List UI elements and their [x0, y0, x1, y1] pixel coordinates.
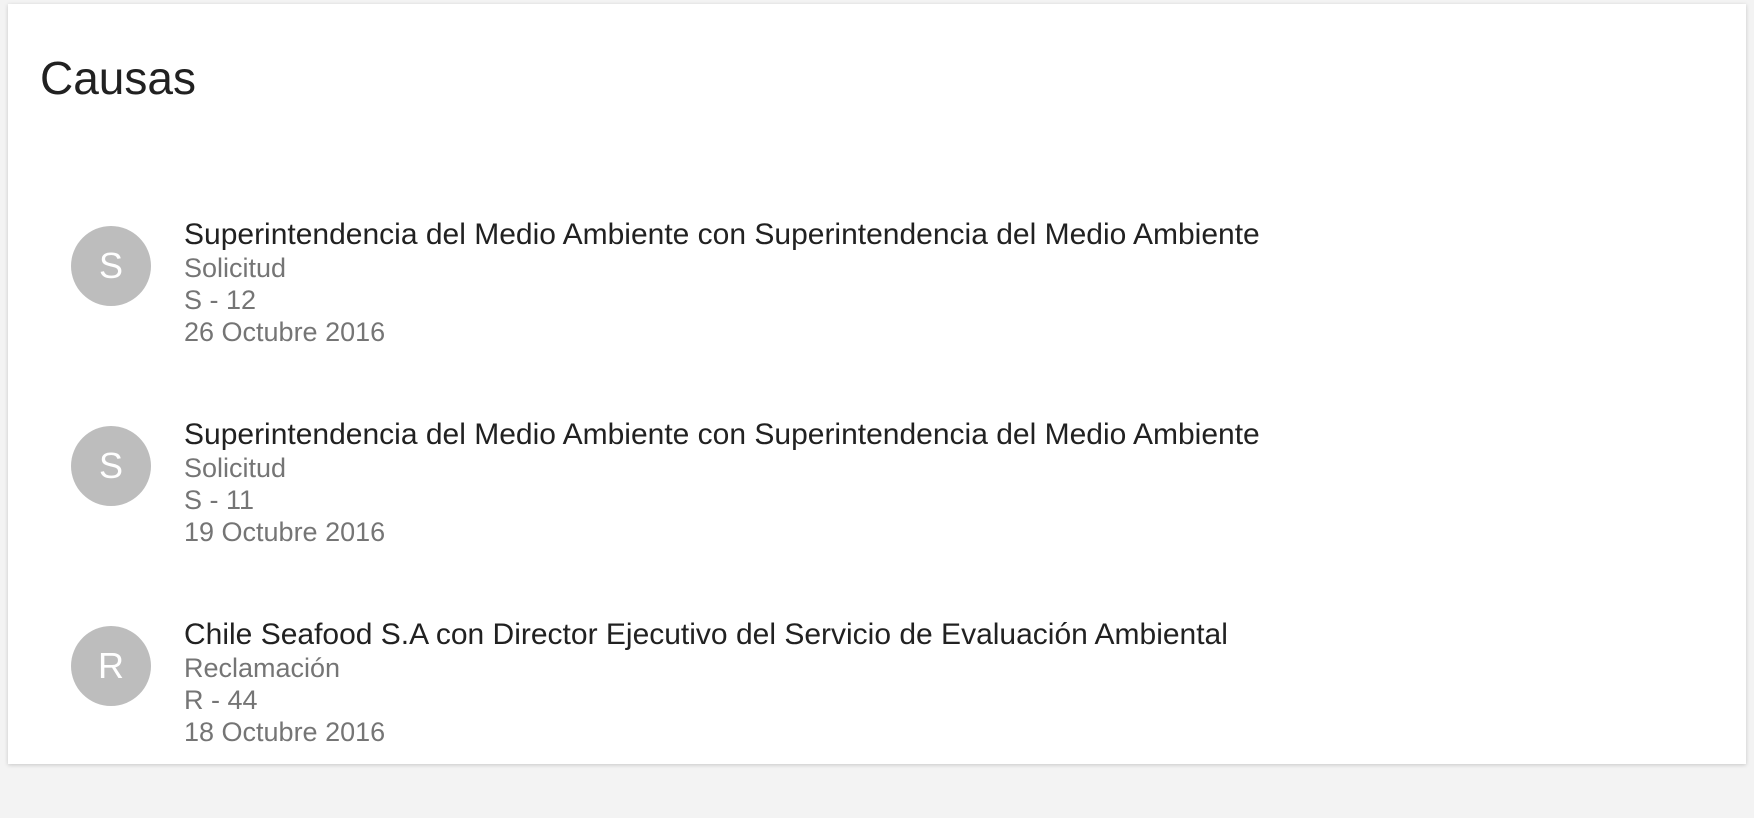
case-text: Superintendencia del Medio Ambiente con … [184, 418, 1706, 548]
case-type: Solicitud [184, 453, 287, 483]
case-code: S - 12 [184, 285, 257, 315]
avatar: R [71, 626, 151, 706]
avatar: S [71, 226, 151, 306]
avatar: S [71, 426, 151, 506]
case-text: Chile Seafood S.A con Director Ejecutivo… [184, 618, 1706, 748]
case-date: 18 Octubre 2016 [184, 717, 386, 747]
case-text: Superintendencia del Medio Ambiente con … [184, 218, 1706, 348]
list-item[interactable]: S Superintendencia del Medio Ambiente co… [8, 418, 1746, 618]
case-code: S - 11 [184, 485, 255, 515]
case-title: Chile Seafood S.A con Director Ejecutivo… [184, 618, 1228, 651]
case-list: S Superintendencia del Medio Ambiente co… [8, 218, 1746, 818]
case-type: Reclamación [184, 653, 341, 683]
case-title: Superintendencia del Medio Ambiente con … [184, 218, 1260, 251]
causas-card: Causas S Superintendencia del Medio Ambi… [8, 4, 1746, 764]
page-title: Causas [40, 52, 196, 104]
case-date: 19 Octubre 2016 [184, 517, 386, 547]
list-item[interactable]: S Superintendencia del Medio Ambiente co… [8, 218, 1746, 418]
case-type: Solicitud [184, 253, 287, 283]
case-date: 26 Octubre 2016 [184, 317, 386, 347]
case-code: R - 44 [184, 685, 258, 715]
case-title: Superintendencia del Medio Ambiente con … [184, 418, 1260, 451]
list-item[interactable]: R Chile Seafood S.A con Director Ejecuti… [8, 618, 1746, 818]
